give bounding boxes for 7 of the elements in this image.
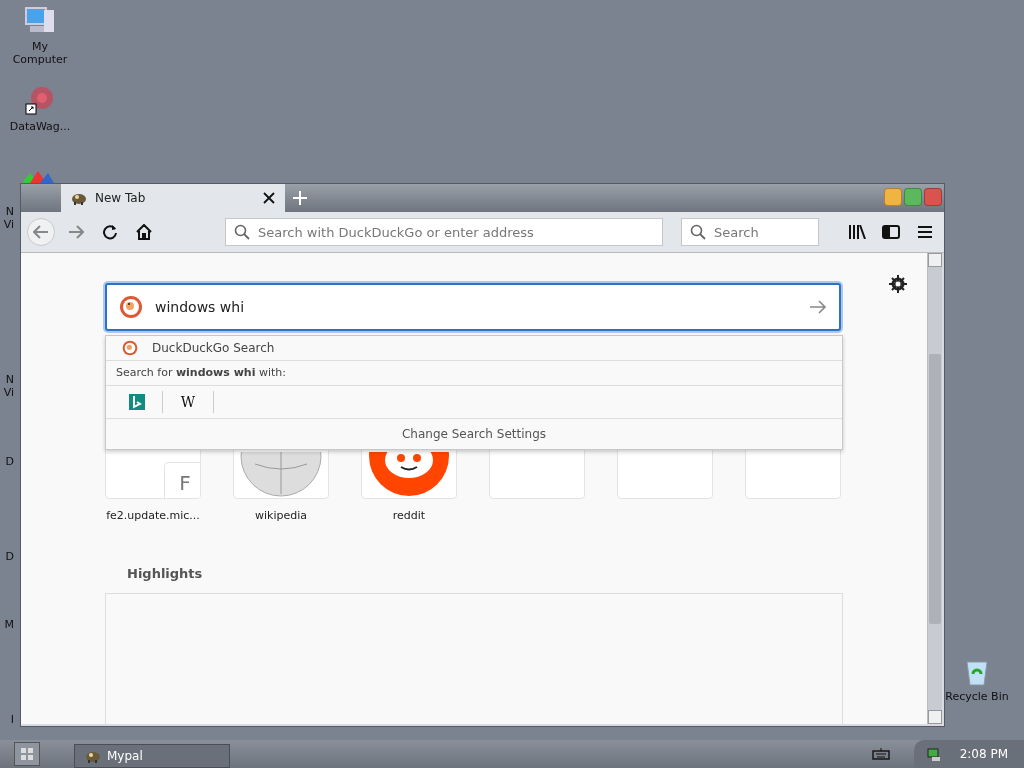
site-letter: F [164, 462, 200, 498]
clock-text: 2:08 PM [959, 747, 1008, 761]
site-label: wikipedia [255, 509, 307, 522]
site-label: fe2.update.mic... [106, 509, 200, 522]
search-for-text: Search for windows whi with: [106, 361, 842, 386]
section-title: Highlights [127, 566, 204, 581]
site-label: reddit [392, 509, 426, 522]
